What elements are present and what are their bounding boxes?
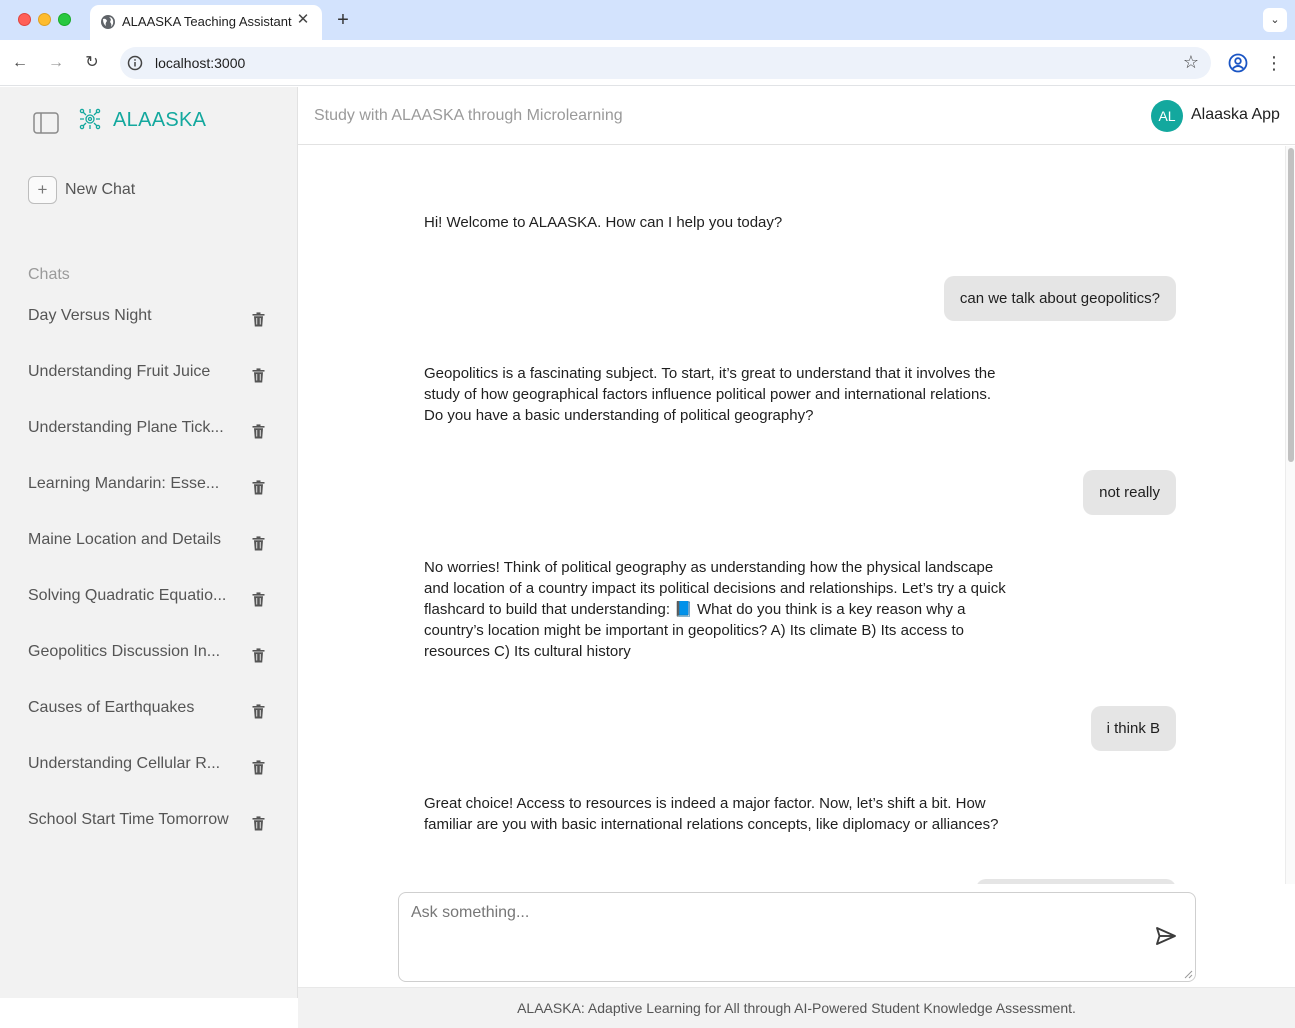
message-input[interactable] — [399, 893, 1139, 981]
window-zoom-button[interactable] — [58, 13, 71, 26]
chat-list-item[interactable]: Learning Mandarin: Esse... — [0, 467, 298, 523]
message-composer — [398, 892, 1196, 982]
footer: ALAASKA: Adaptive Learning for All throu… — [298, 987, 1295, 1028]
chat-messages: Hi! Welcome to ALAASKA. How can I help y… — [298, 146, 1285, 884]
user-message: i think B — [1090, 706, 1176, 751]
chat-title: Day Versus Night — [28, 307, 152, 324]
window-close-button[interactable] — [18, 13, 31, 26]
chat-list-item[interactable]: Maine Location and Details — [0, 523, 298, 579]
main-header: Study with ALAASKA through Microlearning… — [298, 87, 1295, 145]
user-message — [976, 879, 1176, 884]
assistant-message: Geopolitics is a fascinating subject. To… — [424, 365, 996, 424]
chat-scrollbar[interactable] — [1285, 146, 1295, 884]
sidebar-toggle-icon[interactable] — [33, 112, 59, 134]
bookmark-star-icon[interactable]: ☆ — [1183, 52, 1199, 73]
sidebar-bottom-strip — [0, 998, 298, 1028]
user-message: not really — [1083, 470, 1176, 515]
trash-icon[interactable] — [252, 648, 265, 663]
chat-list-item[interactable]: School Start Time Tomorrow — [0, 803, 298, 859]
browser-tab[interactable]: ALAASKA Teaching Assistant ✕ — [90, 5, 322, 40]
site-info-icon[interactable] — [126, 54, 144, 72]
profile-icon[interactable] — [1228, 53, 1248, 73]
assistant-message: Hi! Welcome to ALAASKA. How can I help y… — [424, 214, 783, 231]
back-arrow-icon[interactable]: ← — [9, 52, 31, 74]
chat-list: Day Versus Night Understanding Fruit Juic… — [0, 299, 298, 859]
new-chat-label: New Chat — [65, 181, 136, 198]
address-bar[interactable]: localhost:3000 ☆ — [120, 47, 1211, 79]
chat-title: Causes of Earthquakes — [28, 699, 195, 716]
trash-icon[interactable] — [252, 760, 265, 775]
reload-icon[interactable]: ↻ — [81, 52, 103, 74]
chat-title: Learning Mandarin: Esse... — [28, 475, 220, 492]
chat-title: Maine Location and Details — [28, 531, 222, 548]
url-text[interactable]: localhost:3000 — [155, 55, 245, 71]
new-chat-button[interactable]: + New Chat — [28, 176, 135, 204]
assistant-message: No worries! Think of political geography… — [424, 559, 1006, 660]
trash-icon[interactable] — [252, 424, 265, 439]
trash-icon[interactable] — [252, 816, 265, 831]
chat-list-item[interactable]: Day Versus Night — [0, 299, 298, 355]
user-name[interactable]: Alaaska App — [1191, 106, 1280, 124]
chat-list-item[interactable]: Understanding Fruit Juice — [0, 355, 298, 411]
chat-title: Understanding Cellular R... — [28, 755, 221, 772]
chats-heading: Chats — [28, 266, 70, 283]
alaaska-logo-icon — [79, 108, 101, 130]
browser-toolbar: ← → ↻ localhost:3000 ☆ ⋮ — [0, 40, 1295, 86]
chat-title: Understanding Plane Tick... — [28, 419, 224, 436]
avatar[interactable]: AL — [1151, 100, 1183, 132]
resize-grip-icon[interactable] — [1184, 970, 1193, 979]
browser-tab-bar: ALAASKA Teaching Assistant ✕ + ⌄ — [0, 0, 1295, 40]
trash-icon[interactable] — [252, 536, 265, 551]
trash-icon[interactable] — [252, 368, 265, 383]
chat-title: Solving Quadratic Equatio... — [28, 587, 227, 604]
chat-list-item[interactable]: Causes of Earthquakes — [0, 691, 298, 747]
plus-icon: + — [28, 176, 57, 204]
chat-title: School Start Time Tomorrow — [28, 811, 229, 828]
tab-search-icon[interactable]: ⌄ — [1263, 8, 1287, 32]
user-message: can we talk about geopolitics? — [943, 276, 1176, 321]
assistant-message: Great choice! Access to resources is ind… — [424, 795, 999, 833]
trash-icon[interactable] — [252, 312, 265, 327]
trash-icon[interactable] — [252, 592, 265, 607]
trash-icon[interactable] — [252, 704, 265, 719]
send-icon[interactable] — [1154, 924, 1178, 948]
window-minimize-button[interactable] — [38, 13, 51, 26]
chat-title: Geopolitics Discussion In... — [28, 643, 221, 660]
scrollbar-thumb[interactable] — [1288, 148, 1294, 462]
globe-icon — [101, 15, 115, 29]
forward-arrow-icon[interactable]: → — [45, 52, 67, 74]
chat-list-item[interactable]: Solving Quadratic Equatio... — [0, 579, 298, 635]
sidebar: ALAASKA + New Chat Chats Day Versus Nigh… — [0, 87, 298, 998]
browser-menu-icon[interactable]: ⋮ — [1264, 52, 1284, 74]
trash-icon[interactable] — [252, 480, 265, 495]
chat-list-item[interactable]: Understanding Cellular R... — [0, 747, 298, 803]
page-subtitle: Study with ALAASKA through Microlearning — [314, 107, 623, 124]
brand-name[interactable]: ALAASKA — [113, 109, 206, 132]
chat-list-item[interactable]: Geopolitics Discussion In... — [0, 635, 298, 691]
tab-title: ALAASKA Teaching Assistant — [122, 14, 292, 29]
chat-list-item[interactable]: Understanding Plane Tick... — [0, 411, 298, 467]
tab-close-icon[interactable]: ✕ — [294, 11, 312, 29]
new-tab-button[interactable]: + — [332, 9, 354, 31]
chat-title: Understanding Fruit Juice — [28, 363, 211, 380]
